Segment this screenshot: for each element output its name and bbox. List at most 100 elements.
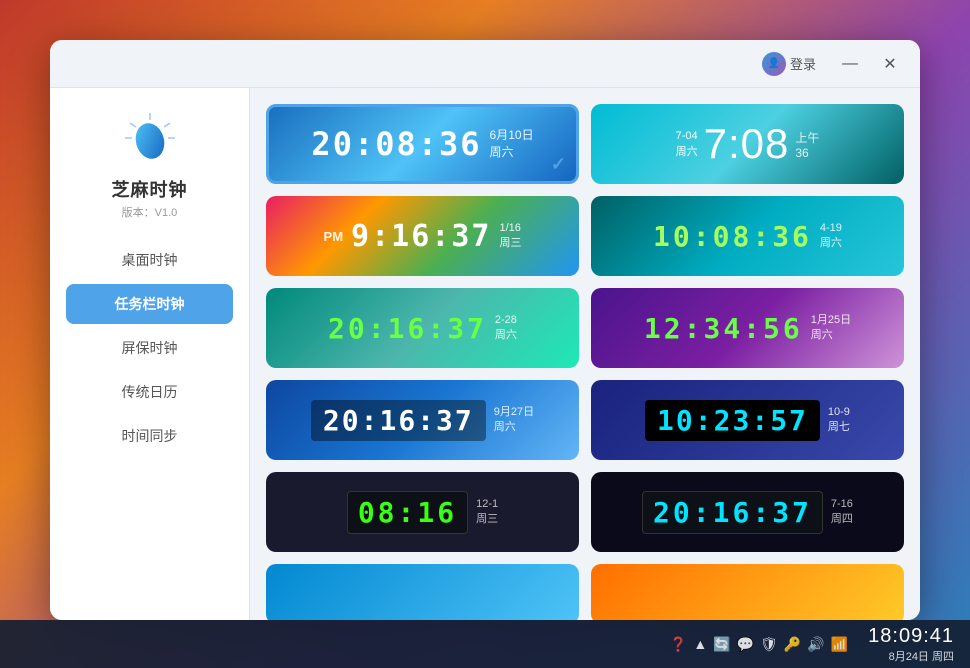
- clock-4-date-info: 4-19 周六: [820, 221, 842, 252]
- clock-1-time: 20:08:36: [311, 125, 481, 163]
- clock-3-date-info: 1/16 周三: [499, 221, 521, 252]
- taskbar-icon-shield[interactable]: 🛡: [760, 636, 778, 653]
- clock-card-9[interactable]: 08:16 12-1 周三: [266, 472, 579, 552]
- clock-card-bottom-1[interactable]: [266, 564, 579, 620]
- clock-7-weekday: 周六: [494, 420, 534, 435]
- clock-3-ampm: PM: [324, 229, 344, 244]
- clock-card-bottom-2[interactable]: [591, 564, 904, 620]
- clock-10-date-info: 7-16 周四: [831, 497, 853, 528]
- clock-10-time-box: 20:16:37: [642, 491, 823, 534]
- clock-5-date: 2-28: [495, 313, 517, 328]
- clock-3-date: 1/16: [499, 221, 521, 236]
- clock-8-date-info: 10-9 周七: [828, 405, 850, 436]
- sidebar-menu: 桌面时钟 任务栏时钟 屏保时钟 传统日历 时间同步: [50, 240, 249, 456]
- close-icon: ✕: [883, 54, 896, 74]
- sidebar-item-time-sync[interactable]: 时间同步: [66, 416, 233, 456]
- clock-card-6[interactable]: 12:34:56 1月25日 周六: [591, 288, 904, 368]
- title-bar: 👤 登录 — ✕: [50, 40, 920, 88]
- app-name: 芝麻时钟: [112, 176, 188, 202]
- clock-5-weekday: 周六: [495, 328, 517, 343]
- clock-1-weekday: 周六: [490, 144, 514, 161]
- app-logo: [120, 108, 180, 168]
- clock-display-6: 12:34:56 1月25日 周六: [591, 312, 904, 345]
- clock-card-10[interactable]: 20:16:37 7-16 周四: [591, 472, 904, 552]
- clock-8-date: 10-9: [828, 405, 850, 420]
- clock-display-8: 10:23:57 10-9 周七: [591, 400, 904, 441]
- main-content: 20:08:36 6月10日 周六 ✓ 7-04 周六: [250, 88, 920, 620]
- taskbar: ❓ ▲ 🔄 💬 🛡 🔑 🔊 📶 18:09:41 8月24日 周四: [0, 620, 970, 668]
- app-version: 版本：V1.0: [122, 204, 178, 220]
- sidebar-item-traditional-calendar[interactable]: 传统日历: [66, 372, 233, 412]
- clock-2-date: 7-04 周六: [676, 128, 698, 161]
- clock-4-date: 4-19: [820, 221, 842, 236]
- clock-card-1[interactable]: 20:08:36 6月10日 周六 ✓: [266, 104, 579, 184]
- clock-10-date: 7-16: [831, 497, 853, 512]
- clock-6-time: 12:34:56: [644, 312, 803, 345]
- clock-5-date-info: 2-28 周六: [495, 313, 517, 344]
- clock-card-7[interactable]: 20:16:37 9月27日 周六: [266, 380, 579, 460]
- taskbar-icon-chat[interactable]: 💬: [737, 636, 754, 653]
- clock-9-time: 08:16: [358, 496, 457, 529]
- sidebar-item-screensaver-clock[interactable]: 屏保时钟: [66, 328, 233, 368]
- clock-2-date-top: 7-04: [676, 128, 698, 145]
- clock-card-2[interactable]: 7-04 周六 7:08 上午 36: [591, 104, 904, 184]
- minimize-icon: —: [842, 55, 858, 73]
- clock-6-weekday: 周六: [811, 328, 851, 343]
- clock-4-weekday: 周六: [820, 236, 842, 251]
- clock-1-date-info: 6月10日 周六: [490, 127, 534, 161]
- sidebar: 芝麻时钟 版本：V1.0 桌面时钟 任务栏时钟 屏保时钟 传统日历 时间同步: [50, 88, 250, 620]
- taskbar-date: 8月24日 周四: [889, 648, 954, 664]
- taskbar-icon-volume[interactable]: 🔊: [807, 636, 824, 653]
- clock-card-8[interactable]: 10:23:57 10-9 周七: [591, 380, 904, 460]
- clock-display-9: 08:16 12-1 周三: [266, 491, 579, 534]
- clock-display-1: 20:08:36 6月10日 周六: [269, 125, 576, 163]
- avatar-icon: 👤: [762, 52, 786, 76]
- clock-display-4: 10:08:36 4-19 周六: [591, 220, 904, 253]
- taskbar-icon-signal[interactable]: 📶: [831, 636, 848, 653]
- sidebar-item-taskbar-clock[interactable]: 任务栏时钟: [66, 284, 233, 324]
- login-button[interactable]: 👤 登录: [754, 48, 824, 80]
- minimize-button[interactable]: —: [836, 50, 864, 78]
- clock-display-5: 20:16:37 2-28 周六: [266, 312, 579, 345]
- clock-display-3: PM 9:16:37 1/16 周三: [266, 219, 579, 254]
- clock-9-date-info: 12-1 周三: [476, 497, 498, 528]
- taskbar-clock[interactable]: 18:09:41 8月24日 周四: [868, 625, 954, 664]
- clock-9-weekday: 周三: [476, 512, 498, 527]
- clocks-grid: 20:08:36 6月10日 周六 ✓ 7-04 周六: [266, 104, 904, 620]
- clock-3-weekday: 周三: [499, 236, 521, 251]
- app-body: 芝麻时钟 版本：V1.0 桌面时钟 任务栏时钟 屏保时钟 传统日历 时间同步: [50, 88, 920, 620]
- clock-7-date-info: 9月27日 周六: [494, 405, 534, 436]
- clock-display-7: 20:16:37 9月27日 周六: [266, 400, 579, 441]
- clock-10-weekday: 周四: [831, 512, 853, 527]
- close-button[interactable]: ✕: [876, 50, 904, 78]
- clock-8-weekday: 周七: [828, 420, 850, 435]
- taskbar-icon-refresh[interactable]: 🔄: [713, 636, 730, 653]
- clock-10-time: 20:16:37: [653, 496, 812, 529]
- clock-9-time-box: 08:16: [347, 491, 468, 534]
- clock-3-time: 9:16:37: [351, 219, 491, 254]
- login-label: 登录: [790, 54, 816, 73]
- clock-card-4[interactable]: 10:08:36 4-19 周六: [591, 196, 904, 276]
- clock-card-3[interactable]: PM 9:16:37 1/16 周三: [266, 196, 579, 276]
- clock-4-time: 10:08:36: [653, 220, 812, 253]
- clock-2-minutes: 36: [795, 146, 808, 160]
- clock-7-time: 20:16:37: [323, 404, 474, 437]
- clock-display-2: 7-04 周六 7:08 上午 36: [591, 120, 904, 168]
- taskbar-icon-question[interactable]: ❓: [670, 636, 687, 653]
- clock-1-date: 6月10日: [490, 127, 534, 144]
- sidebar-item-desktop-clock[interactable]: 桌面时钟: [66, 240, 233, 280]
- clock-card-5[interactable]: 20:16:37 2-28 周六: [266, 288, 579, 368]
- logo-area: 芝麻时钟 版本：V1.0: [112, 108, 188, 220]
- clock-9-date: 12-1: [476, 497, 498, 512]
- clock-8-time: 10:23:57: [657, 404, 808, 437]
- clock-2-weekday: 周六: [676, 144, 698, 161]
- taskbar-icon-key[interactable]: 🔑: [784, 636, 801, 653]
- clock-6-date-info: 1月25日 周六: [811, 313, 851, 344]
- taskbar-system-icons: ❓ ▲ 🔄 💬 🛡 🔑 🔊 📶: [670, 636, 848, 653]
- clock-2-ampm: 上午: [795, 129, 819, 146]
- clock-7-date: 9月27日: [494, 405, 534, 420]
- title-bar-actions: 👤 登录 — ✕: [754, 48, 904, 80]
- taskbar-time: 18:09:41: [868, 625, 954, 648]
- taskbar-icon-arrow-up[interactable]: ▲: [693, 636, 707, 652]
- selected-checkmark: ✓: [551, 154, 566, 175]
